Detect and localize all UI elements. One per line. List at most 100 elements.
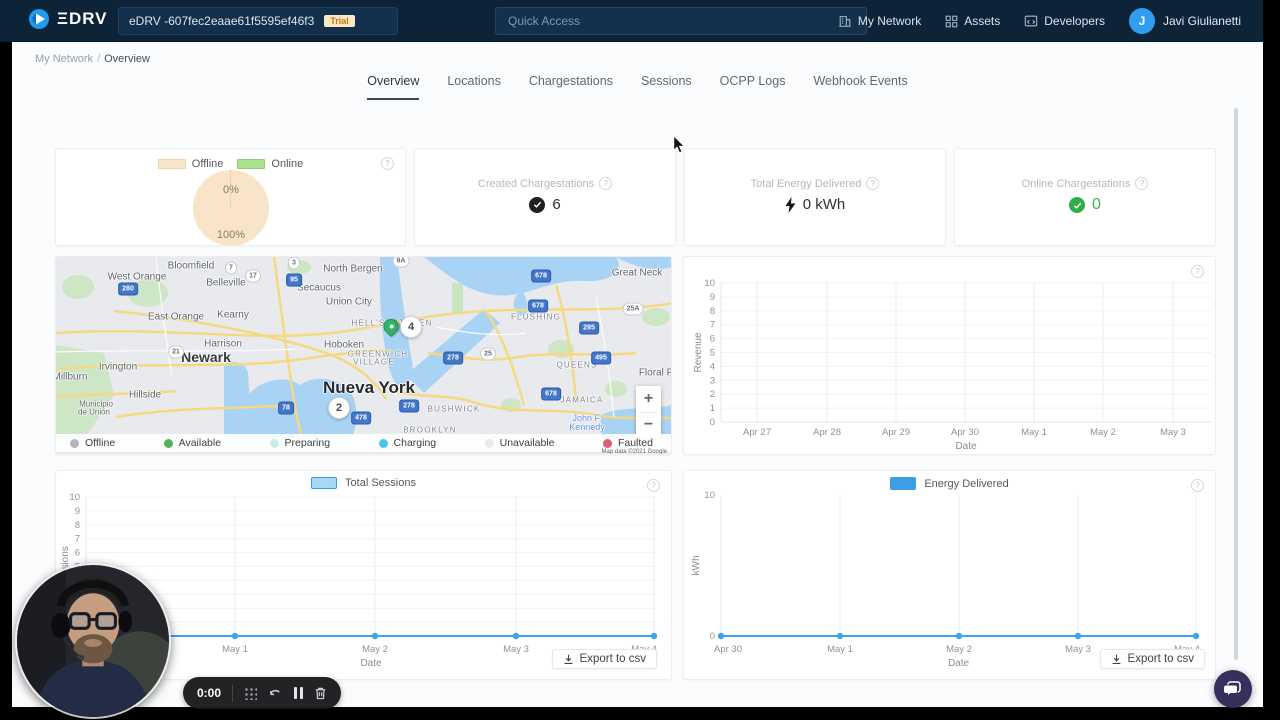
energy-legend[interactable]: Energy Delivered xyxy=(684,477,1215,490)
edrv-logo[interactable]: ΞDRV xyxy=(28,8,108,30)
page-scrollbar[interactable] xyxy=(1234,108,1238,660)
check-circle-dark-icon xyxy=(529,196,546,213)
legend-offline: Offline xyxy=(157,158,223,170)
map-label: GREENWICH xyxy=(347,349,409,359)
map-cluster-marker[interactable]: 4 xyxy=(400,316,422,338)
lightning-bolt-icon xyxy=(785,196,796,213)
restart-icon[interactable] xyxy=(268,687,283,700)
help-icon[interactable]: ? xyxy=(866,177,880,190)
svg-text:Apr 27: Apr 27 xyxy=(743,427,771,438)
svg-text:Apr 29: Apr 29 xyxy=(882,427,910,438)
help-icon[interactable]: ? xyxy=(599,177,613,190)
map-legend-item: Charging xyxy=(378,437,436,449)
tab-overview[interactable]: Overview xyxy=(367,74,420,100)
stat-value: 0 xyxy=(955,196,1215,214)
map-label: Bloomfield xyxy=(167,260,215,272)
tab-webhook-events[interactable]: Webhook Events xyxy=(813,74,907,90)
nav-developers[interactable]: Developers xyxy=(1024,14,1105,28)
webcam-video xyxy=(17,565,169,717)
map-label: Great Neck xyxy=(611,267,663,279)
map-legend-item: Offline xyxy=(70,437,115,449)
svg-text:May 1: May 1 xyxy=(827,644,853,655)
export-sessions-csv-button[interactable]: Export to csv xyxy=(551,649,657,669)
map-label: BUSHWICK xyxy=(427,404,481,414)
chat-bubbles-icon xyxy=(1223,681,1241,698)
pause-icon[interactable] xyxy=(294,687,304,699)
svg-text:Apr 30: Apr 30 xyxy=(714,644,742,655)
stat-title: Created Chargestations? xyxy=(415,177,675,190)
search-input[interactable] xyxy=(496,8,866,34)
route-shield: 478 xyxy=(351,411,371,425)
svg-text:10: 10 xyxy=(704,490,715,501)
offline-swatch xyxy=(157,159,186,169)
map-zoom-control: + − xyxy=(636,386,661,438)
chat-widget-button[interactable] xyxy=(1214,670,1252,708)
route-shield: 678 xyxy=(528,299,548,313)
map-label: Kearny xyxy=(217,309,249,321)
online-swatch xyxy=(237,159,266,169)
created-chargestations-card: Created Chargestations? 6 xyxy=(414,148,676,246)
quick-access-search[interactable] xyxy=(495,7,867,35)
user-name: Javi Giulianetti xyxy=(1162,14,1241,28)
recorder-controls: 0:00 xyxy=(183,677,342,709)
route-shield: 7 xyxy=(225,261,237,275)
breadcrumb-parent[interactable]: My Network xyxy=(35,53,93,65)
map-legend-item: Preparing xyxy=(269,437,330,449)
export-energy-csv-button[interactable]: Export to csv xyxy=(1099,649,1205,669)
svg-text:May 2: May 2 xyxy=(362,644,388,655)
svg-text:0: 0 xyxy=(710,417,715,428)
nav-assets[interactable]: Assets xyxy=(945,14,1000,28)
tab-chargestations[interactable]: Chargestations xyxy=(529,74,613,90)
user-menu[interactable]: J Javi Giulianetti xyxy=(1128,8,1241,34)
help-icon[interactable]: ? xyxy=(381,157,394,170)
svg-text:May 2: May 2 xyxy=(1090,427,1116,438)
svg-text:Date: Date xyxy=(955,441,977,452)
map-pin-marker[interactable] xyxy=(380,315,402,338)
route-shield: 95 xyxy=(286,273,302,287)
map-label: East Orange xyxy=(147,311,205,323)
pie-legend: Offline Online xyxy=(56,158,405,170)
energy-chart-card: Energy Delivered ? 10 0 Apr 30 May 1 May 2 Ma… xyxy=(683,470,1216,680)
stat-title: Online Chargestations? xyxy=(955,177,1215,190)
svg-text:Apr 28: Apr 28 xyxy=(813,427,841,438)
map-label: Union City xyxy=(325,296,373,308)
avatar: J xyxy=(1128,8,1155,34)
help-icon[interactable]: ? xyxy=(1135,177,1149,190)
trial-badge: Trial xyxy=(324,15,355,27)
zoom-in-button[interactable]: + xyxy=(636,386,661,412)
map-label: Irvington xyxy=(98,361,138,373)
map-label: John F. xyxy=(572,413,602,423)
org-name: eDRV -607fec2eaae61f5595ef46f3 xyxy=(129,14,315,28)
map-cluster-marker[interactable]: 2 xyxy=(328,397,350,419)
tab-sessions[interactable]: Sessions xyxy=(641,74,692,90)
svg-text:7: 7 xyxy=(75,534,80,545)
tab-ocpp-logs[interactable]: OCPP Logs xyxy=(720,74,786,90)
tab-locations[interactable]: Locations xyxy=(447,74,501,90)
sessions-legend[interactable]: Total Sessions xyxy=(56,477,671,489)
svg-text:May 3: May 3 xyxy=(1065,644,1091,655)
svg-text:3: 3 xyxy=(710,375,715,386)
stat-value: 6 xyxy=(415,196,675,213)
status-dot-icon xyxy=(378,438,388,448)
nav-links: My Network Assets Developers J Javi Giul… xyxy=(838,0,1241,42)
svg-text:Date: Date xyxy=(948,658,970,669)
drag-handle-icon[interactable] xyxy=(244,686,258,700)
map-label: Secaucus xyxy=(297,282,341,294)
map-label: North Bergen xyxy=(323,263,383,275)
route-shield: 495 xyxy=(591,351,611,365)
code-window-icon xyxy=(1025,15,1038,27)
browser-viewport: ΞDRV eDRV -607fec2eaae61f5595ef46f3 Tria… xyxy=(0,0,1263,707)
breadcrumb-current: Overview xyxy=(104,53,150,65)
download-icon xyxy=(1112,654,1120,664)
map-card: West Orange Bloomfield Belleville North Ber… xyxy=(55,256,672,455)
online-chargestations-card: Online Chargestations? 0 xyxy=(954,148,1216,246)
trash-icon[interactable] xyxy=(314,686,327,700)
webcam-overlay xyxy=(15,563,171,719)
nav-my-network[interactable]: My Network xyxy=(838,14,921,28)
svg-text:May 3: May 3 xyxy=(503,644,529,655)
map-status-legend: Offline Available Preparing Charging Unavail… xyxy=(56,434,671,452)
route-shield: 25A xyxy=(622,302,644,316)
nav-label: My Network xyxy=(857,14,922,28)
org-selector[interactable]: eDRV -607fec2eaae61f5595ef46f3 Trial xyxy=(118,7,398,35)
svg-text:May 3: May 3 xyxy=(1160,427,1186,438)
